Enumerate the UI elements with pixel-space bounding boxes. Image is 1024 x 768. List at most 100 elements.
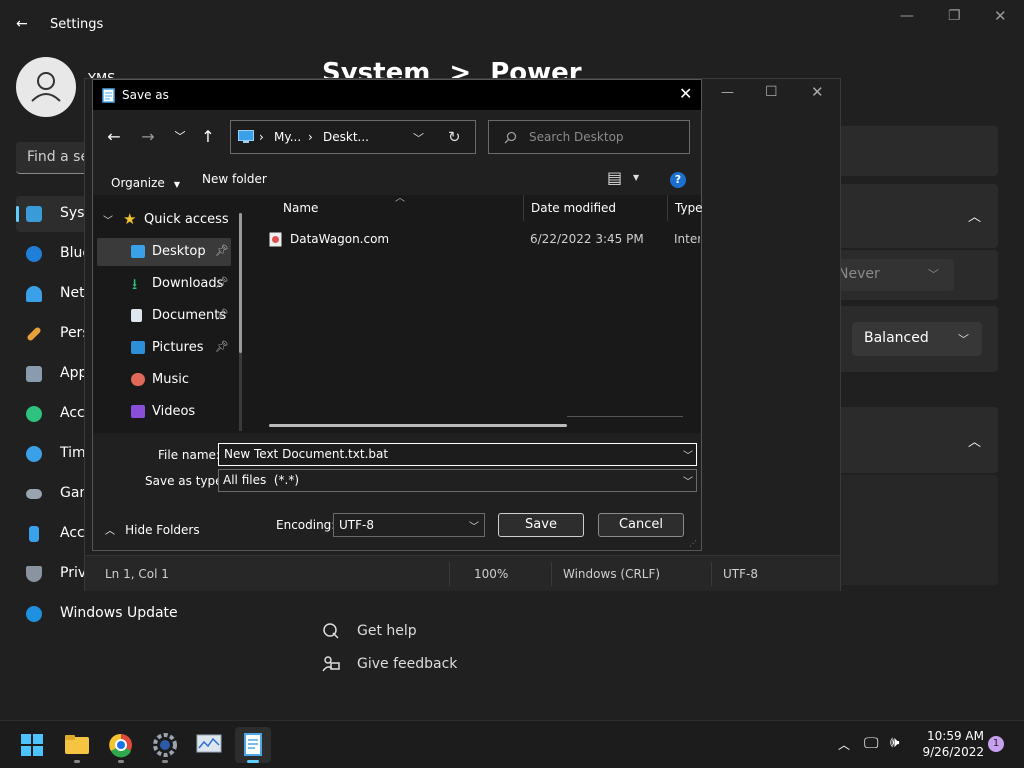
search-icon xyxy=(504,131,517,144)
tree-scrollbar[interactable] xyxy=(239,213,242,431)
tree-item-label: Music xyxy=(152,372,189,387)
save-type-label: Save as type: xyxy=(145,474,227,488)
taskbar-monitor-app[interactable] xyxy=(191,727,227,763)
refresh-icon[interactable]: ↻ xyxy=(448,128,461,146)
clock[interactable]: 10:59 AM 9/26/2022 xyxy=(914,729,984,759)
maximize-icon[interactable]: ☐ xyxy=(765,84,778,100)
save-button[interactable]: Save xyxy=(498,513,584,537)
chevron-up-icon: ︿ xyxy=(105,526,115,537)
never-dropdown[interactable]: Never ﹀ xyxy=(830,259,954,291)
view-options-icon[interactable]: ▤ xyxy=(607,168,622,187)
pin-icon: 📌︎ xyxy=(215,340,229,353)
power-mode-dropdown[interactable]: Balanced ﹀ xyxy=(852,322,982,356)
file-list-header: Name Date modified Type xyxy=(249,195,703,223)
pictures-icon xyxy=(131,341,145,354)
notepad-status-bar: Ln 1, Col 1 100% Windows (CRLF) UTF-8 xyxy=(85,555,840,591)
volume-icon[interactable]: 🕪︎ xyxy=(890,733,899,751)
notification-badge[interactable]: 1 xyxy=(988,736,1004,752)
hide-folders-button[interactable]: ︿ Hide Folders xyxy=(105,519,200,538)
avatar[interactable] xyxy=(16,57,76,117)
help-icon[interactable]: ? xyxy=(670,172,686,188)
zoom-level: 100% xyxy=(474,567,509,581)
chevron-up-icon[interactable]: ︿ xyxy=(968,431,981,450)
tree-item-label: Videos xyxy=(152,404,196,419)
path-segment[interactable]: My... xyxy=(274,130,301,144)
address-bar[interactable]: › My... › Deskt... ﹀ ↻ xyxy=(230,120,476,154)
address-dropdown-icon[interactable]: ﹀ xyxy=(413,130,424,146)
file-name: DataWagon.com xyxy=(290,232,390,246)
resize-grip-icon[interactable]: ⋰ xyxy=(689,539,697,548)
view-dropdown-icon[interactable]: ▼ xyxy=(633,173,639,182)
restore-icon[interactable]: ❐ xyxy=(948,8,961,24)
taskbar-notepad[interactable] xyxy=(235,727,271,763)
file-list: ︿ Name Date modified Type DataWagon.com … xyxy=(249,193,703,433)
recent-locations-chevron-icon[interactable]: ﹀ xyxy=(167,124,193,150)
save-type-select[interactable]: All files (*.*) ﹀ xyxy=(218,469,697,492)
tree-item-desktop[interactable]: Desktop 📌︎ xyxy=(97,238,231,266)
hide-folders-label: Hide Folders xyxy=(125,523,200,537)
file-name-input[interactable]: New Text Document.txt.bat ﹀ xyxy=(218,443,697,466)
encoding-label: Encoding: xyxy=(276,518,336,532)
chevron-down-icon: ﹀ xyxy=(469,522,479,533)
minimize-icon[interactable]: — xyxy=(721,85,734,100)
file-row[interactable]: DataWagon.com 6/22/2022 3:45 PM Intern xyxy=(249,227,701,253)
tree-item-downloads[interactable]: ⭳ Downloads 📌︎ xyxy=(97,270,231,298)
organize-button[interactable]: Organize ▼ xyxy=(111,172,180,191)
cancel-button[interactable]: Cancel xyxy=(598,513,684,537)
nav-item-windows-update[interactable]: Windows Update xyxy=(16,596,286,632)
monitor-app-icon xyxy=(196,734,222,753)
forward-arrow-icon[interactable]: → xyxy=(135,124,161,150)
chevron-down-icon[interactable]: ﹀ xyxy=(683,473,693,488)
status-divider xyxy=(449,562,450,586)
chevron-up-icon[interactable]: ︿ xyxy=(968,206,981,225)
encoding-select[interactable]: UTF-8 ﹀ xyxy=(333,513,485,537)
minimize-icon[interactable]: — xyxy=(900,8,914,24)
clock-time: 10:59 AM xyxy=(927,729,984,743)
expand-chevron-icon[interactable]: ﹀ xyxy=(103,212,113,227)
chrome-icon xyxy=(109,733,132,758)
gamepad-icon xyxy=(26,489,42,499)
taskbar-file-explorer[interactable] xyxy=(59,727,95,763)
column-header-name[interactable]: Name xyxy=(283,201,318,215)
organize-label: Organize xyxy=(111,176,165,190)
up-arrow-icon[interactable]: ↑ xyxy=(195,124,221,150)
network-icon[interactable]: 🖵︎ xyxy=(864,734,878,752)
clock-date: 9/26/2022 xyxy=(922,745,984,759)
path-separator-icon: › xyxy=(259,130,264,144)
tree-item-quick-access[interactable]: ﹀ ★ Quick access xyxy=(97,206,231,234)
start-button[interactable] xyxy=(14,727,50,763)
status-divider xyxy=(551,562,552,586)
dialog-close-icon[interactable]: ✕ xyxy=(679,84,692,103)
running-indicator xyxy=(162,760,168,763)
tree-item-label: Pictures xyxy=(152,340,204,355)
taskbar-chrome[interactable] xyxy=(103,727,139,763)
tree-item-documents[interactable]: Documents 📌︎ xyxy=(97,302,231,330)
column-header-type[interactable]: Type xyxy=(675,201,703,215)
power-mode-value: Balanced xyxy=(864,330,929,346)
column-divider[interactable] xyxy=(523,195,524,221)
tree-scrollbar-thumb[interactable] xyxy=(239,213,242,353)
show-hidden-icons-icon[interactable]: ︿ xyxy=(838,736,850,753)
path-segment[interactable]: Deskt... xyxy=(323,130,369,144)
taskbar-settings[interactable] xyxy=(147,727,183,763)
column-header-date[interactable]: Date modified xyxy=(531,201,616,215)
new-folder-button[interactable]: New folder xyxy=(202,172,267,186)
column-divider[interactable] xyxy=(667,195,668,221)
search-desktop-placeholder: Search Desktop xyxy=(529,130,624,144)
running-indicator xyxy=(74,760,80,763)
back-arrow-icon[interactable]: ← xyxy=(16,16,28,32)
star-icon: ★ xyxy=(123,210,137,228)
settings-title: Settings xyxy=(50,17,104,32)
person-icon xyxy=(31,72,61,102)
tree-item-videos[interactable]: Videos xyxy=(97,398,231,426)
close-icon[interactable]: ✕ xyxy=(994,7,1007,25)
chevron-down-icon[interactable]: ﹀ xyxy=(683,447,693,462)
search-desktop-input[interactable]: Search Desktop xyxy=(488,120,690,154)
line-ending: Windows (CRLF) xyxy=(563,567,661,581)
file-list-h-scrollbar[interactable] xyxy=(269,424,567,427)
cursor-position: Ln 1, Col 1 xyxy=(105,567,169,581)
close-icon[interactable]: ✕ xyxy=(811,83,824,101)
tree-item-music[interactable]: Music xyxy=(97,366,231,394)
tree-item-pictures[interactable]: Pictures 📌︎ xyxy=(97,334,231,362)
back-arrow-icon[interactable]: ← xyxy=(101,124,127,150)
